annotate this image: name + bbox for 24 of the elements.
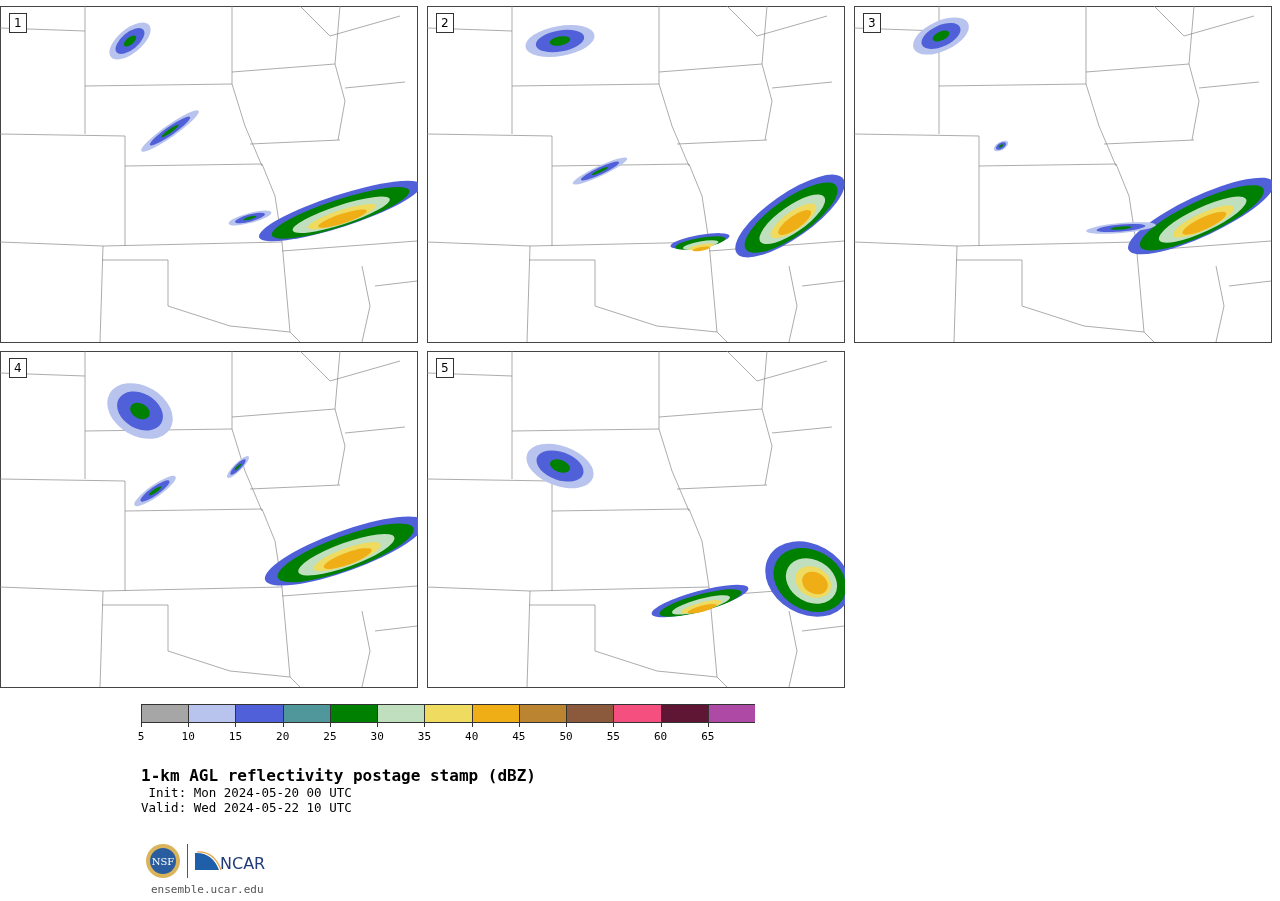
panel-number: 2 [436,13,454,33]
tick-label: 55 [606,730,620,743]
init-time: Init: Mon 2024-05-20 00 UTC [147,785,353,800]
tick-label: 60 [653,730,668,743]
tick-label: 50 [559,730,573,743]
panel-number: 5 [436,358,454,378]
panel-number: 1 [9,13,27,33]
tick-label: 25 [323,730,337,743]
tick-label: 20 [276,730,290,743]
tick-label: 15 [228,730,243,743]
chart-title: 1-km AGL reflectivity postage stamp (dBZ) [141,767,537,785]
tick-label: 45 [512,730,526,743]
tick-label: 30 [370,730,384,743]
nsf-logo: NSF [145,843,181,879]
tick-label: 65 [701,730,715,743]
panel-number: 4 [9,358,27,378]
site-url: ensemble.ucar.edu [151,883,265,896]
valid-time: Valid: Wed 2024-05-22 10 UTC [141,800,353,815]
ncar-logo: NCAR [194,850,268,872]
tick-label: 35 [417,730,432,743]
tick-label: 40 [465,730,479,743]
tick-label: 10 [181,730,195,743]
tick-label: 5 [137,730,145,743]
panel-number: 3 [863,13,881,33]
